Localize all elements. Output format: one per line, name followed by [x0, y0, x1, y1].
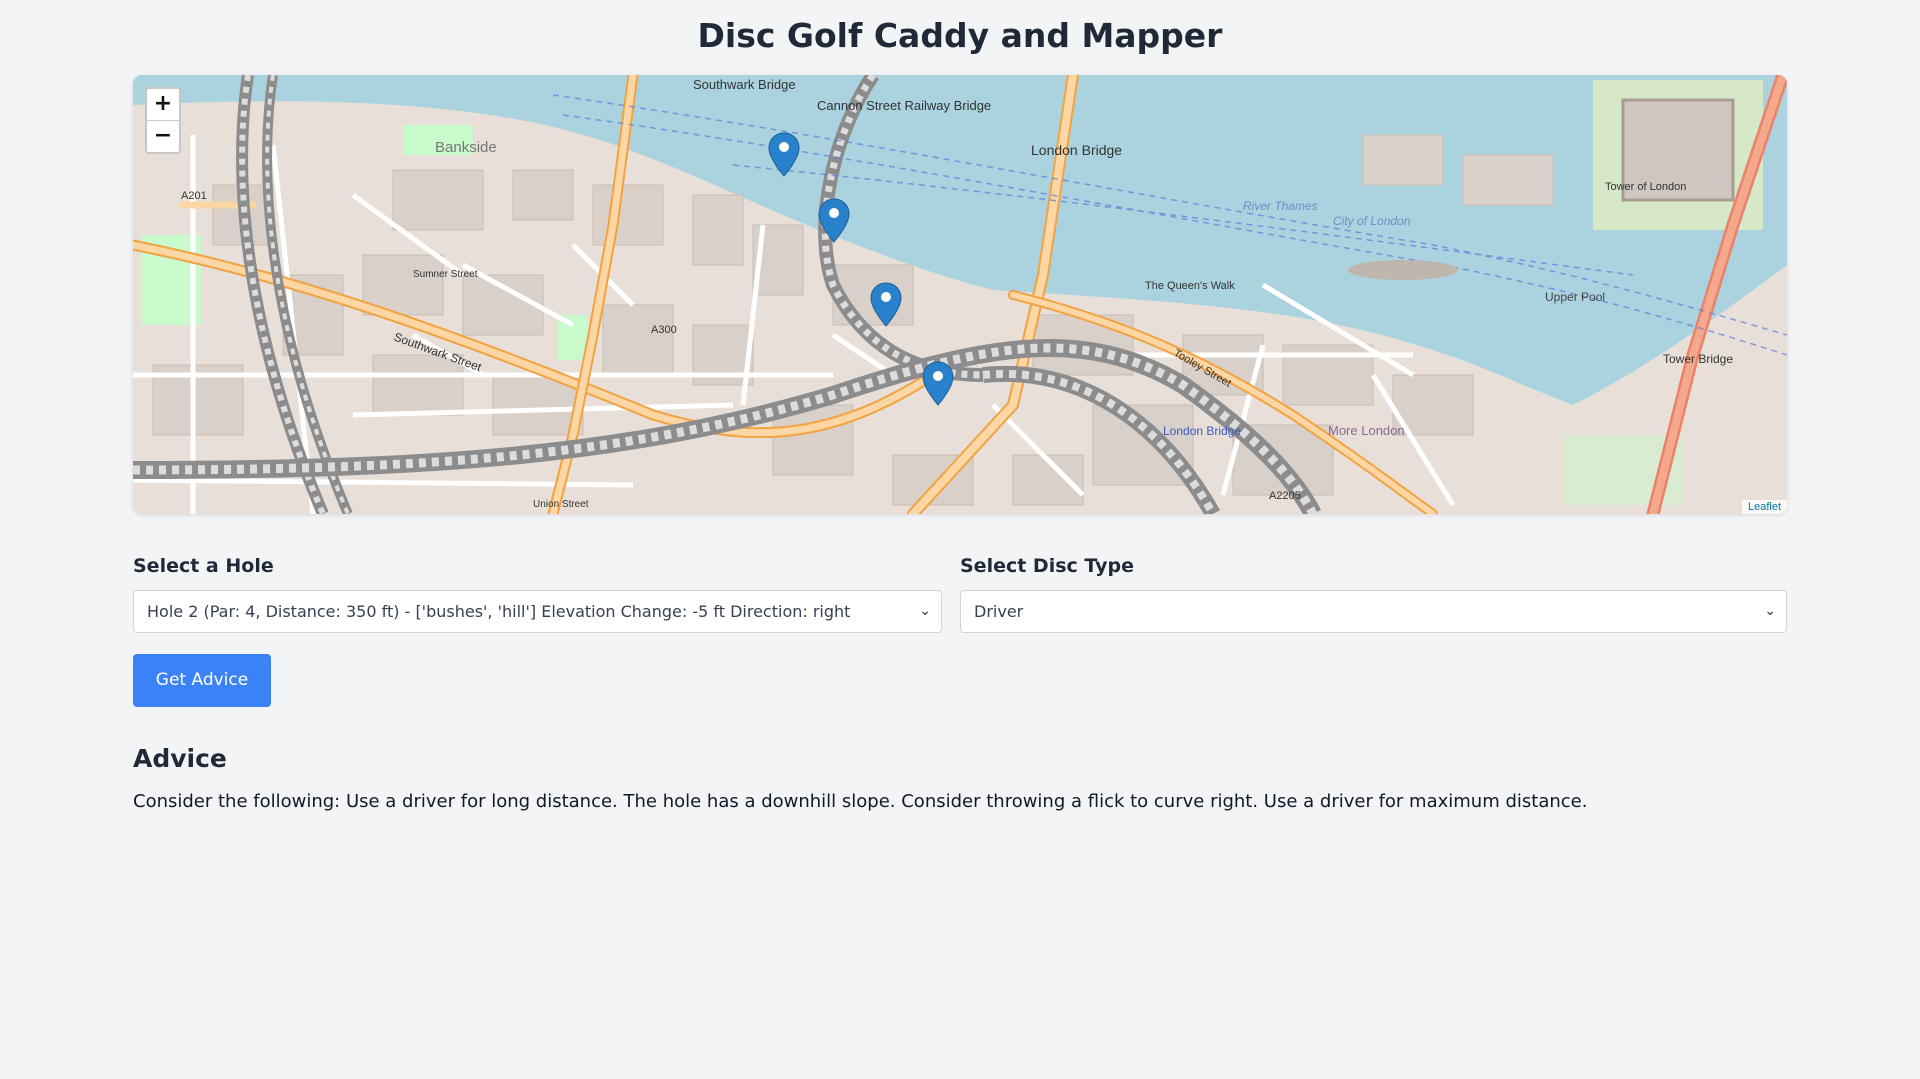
disc-select[interactable]: Driver ⌄	[960, 590, 1787, 633]
label-tower-bridge: Tower Bridge	[1663, 352, 1733, 366]
pier	[1348, 260, 1458, 280]
advice-heading: Advice	[133, 744, 227, 773]
label-tower-of-london: Tower of London	[1605, 181, 1686, 193]
map-attribution-link[interactable]: Leaflet	[1741, 500, 1787, 514]
page-title: Disc Golf Caddy and Mapper	[697, 16, 1223, 55]
label-a201: A201	[181, 190, 207, 202]
map[interactable]: Bankside Southwark Bridge Cannon Street …	[133, 75, 1787, 514]
label-upper-pool: Upper Pool	[1545, 290, 1605, 304]
label-river-thames: River Thames	[1243, 199, 1318, 213]
label-a2205: A2205	[1269, 490, 1301, 502]
zoom-out-button[interactable]: −	[147, 120, 179, 152]
disc-select-value: Driver	[974, 602, 1024, 621]
label-city-of-london: City of London	[1333, 214, 1411, 228]
label-union-street: Union Street	[533, 499, 589, 510]
label-more-london: More London	[1328, 423, 1405, 438]
label-bankside: Bankside	[435, 139, 497, 156]
zoom-in-button[interactable]: +	[147, 89, 179, 120]
label-london-bridge-station: London Bridge	[1163, 424, 1241, 438]
disc-select-label: Select Disc Type	[960, 555, 1134, 577]
zoom-control: + −	[145, 87, 181, 154]
label-southwark-bridge: Southwark Bridge	[693, 77, 796, 92]
label-the-queens-walk: The Queen's Walk	[1145, 280, 1235, 292]
map-tiles[interactable]: Bankside Southwark Bridge Cannon Street …	[133, 75, 1787, 514]
hole-select[interactable]: Hole 2 (Par: 4, Distance: 350 ft) - ['bu…	[133, 590, 942, 633]
page: Disc Golf Caddy and Mapper Bankside Sout…	[0, 0, 1920, 1079]
get-advice-button[interactable]: Get Advice	[133, 654, 271, 707]
label-a300: A300	[651, 324, 677, 336]
hole-select-value: Hole 2 (Par: 4, Distance: 350 ft) - ['bu…	[147, 602, 851, 621]
label-sumner-street: Sumner Street	[413, 269, 478, 280]
label-london-bridge: London Bridge	[1031, 142, 1122, 158]
hole-select-label: Select a Hole	[133, 555, 274, 577]
chevron-down-icon: ⌄	[919, 603, 931, 619]
label-cannon-street-bridge: Cannon Street Railway Bridge	[817, 98, 991, 113]
chevron-down-icon: ⌄	[1764, 603, 1776, 619]
advice-text: Consider the following: Use a driver for…	[133, 791, 1588, 812]
